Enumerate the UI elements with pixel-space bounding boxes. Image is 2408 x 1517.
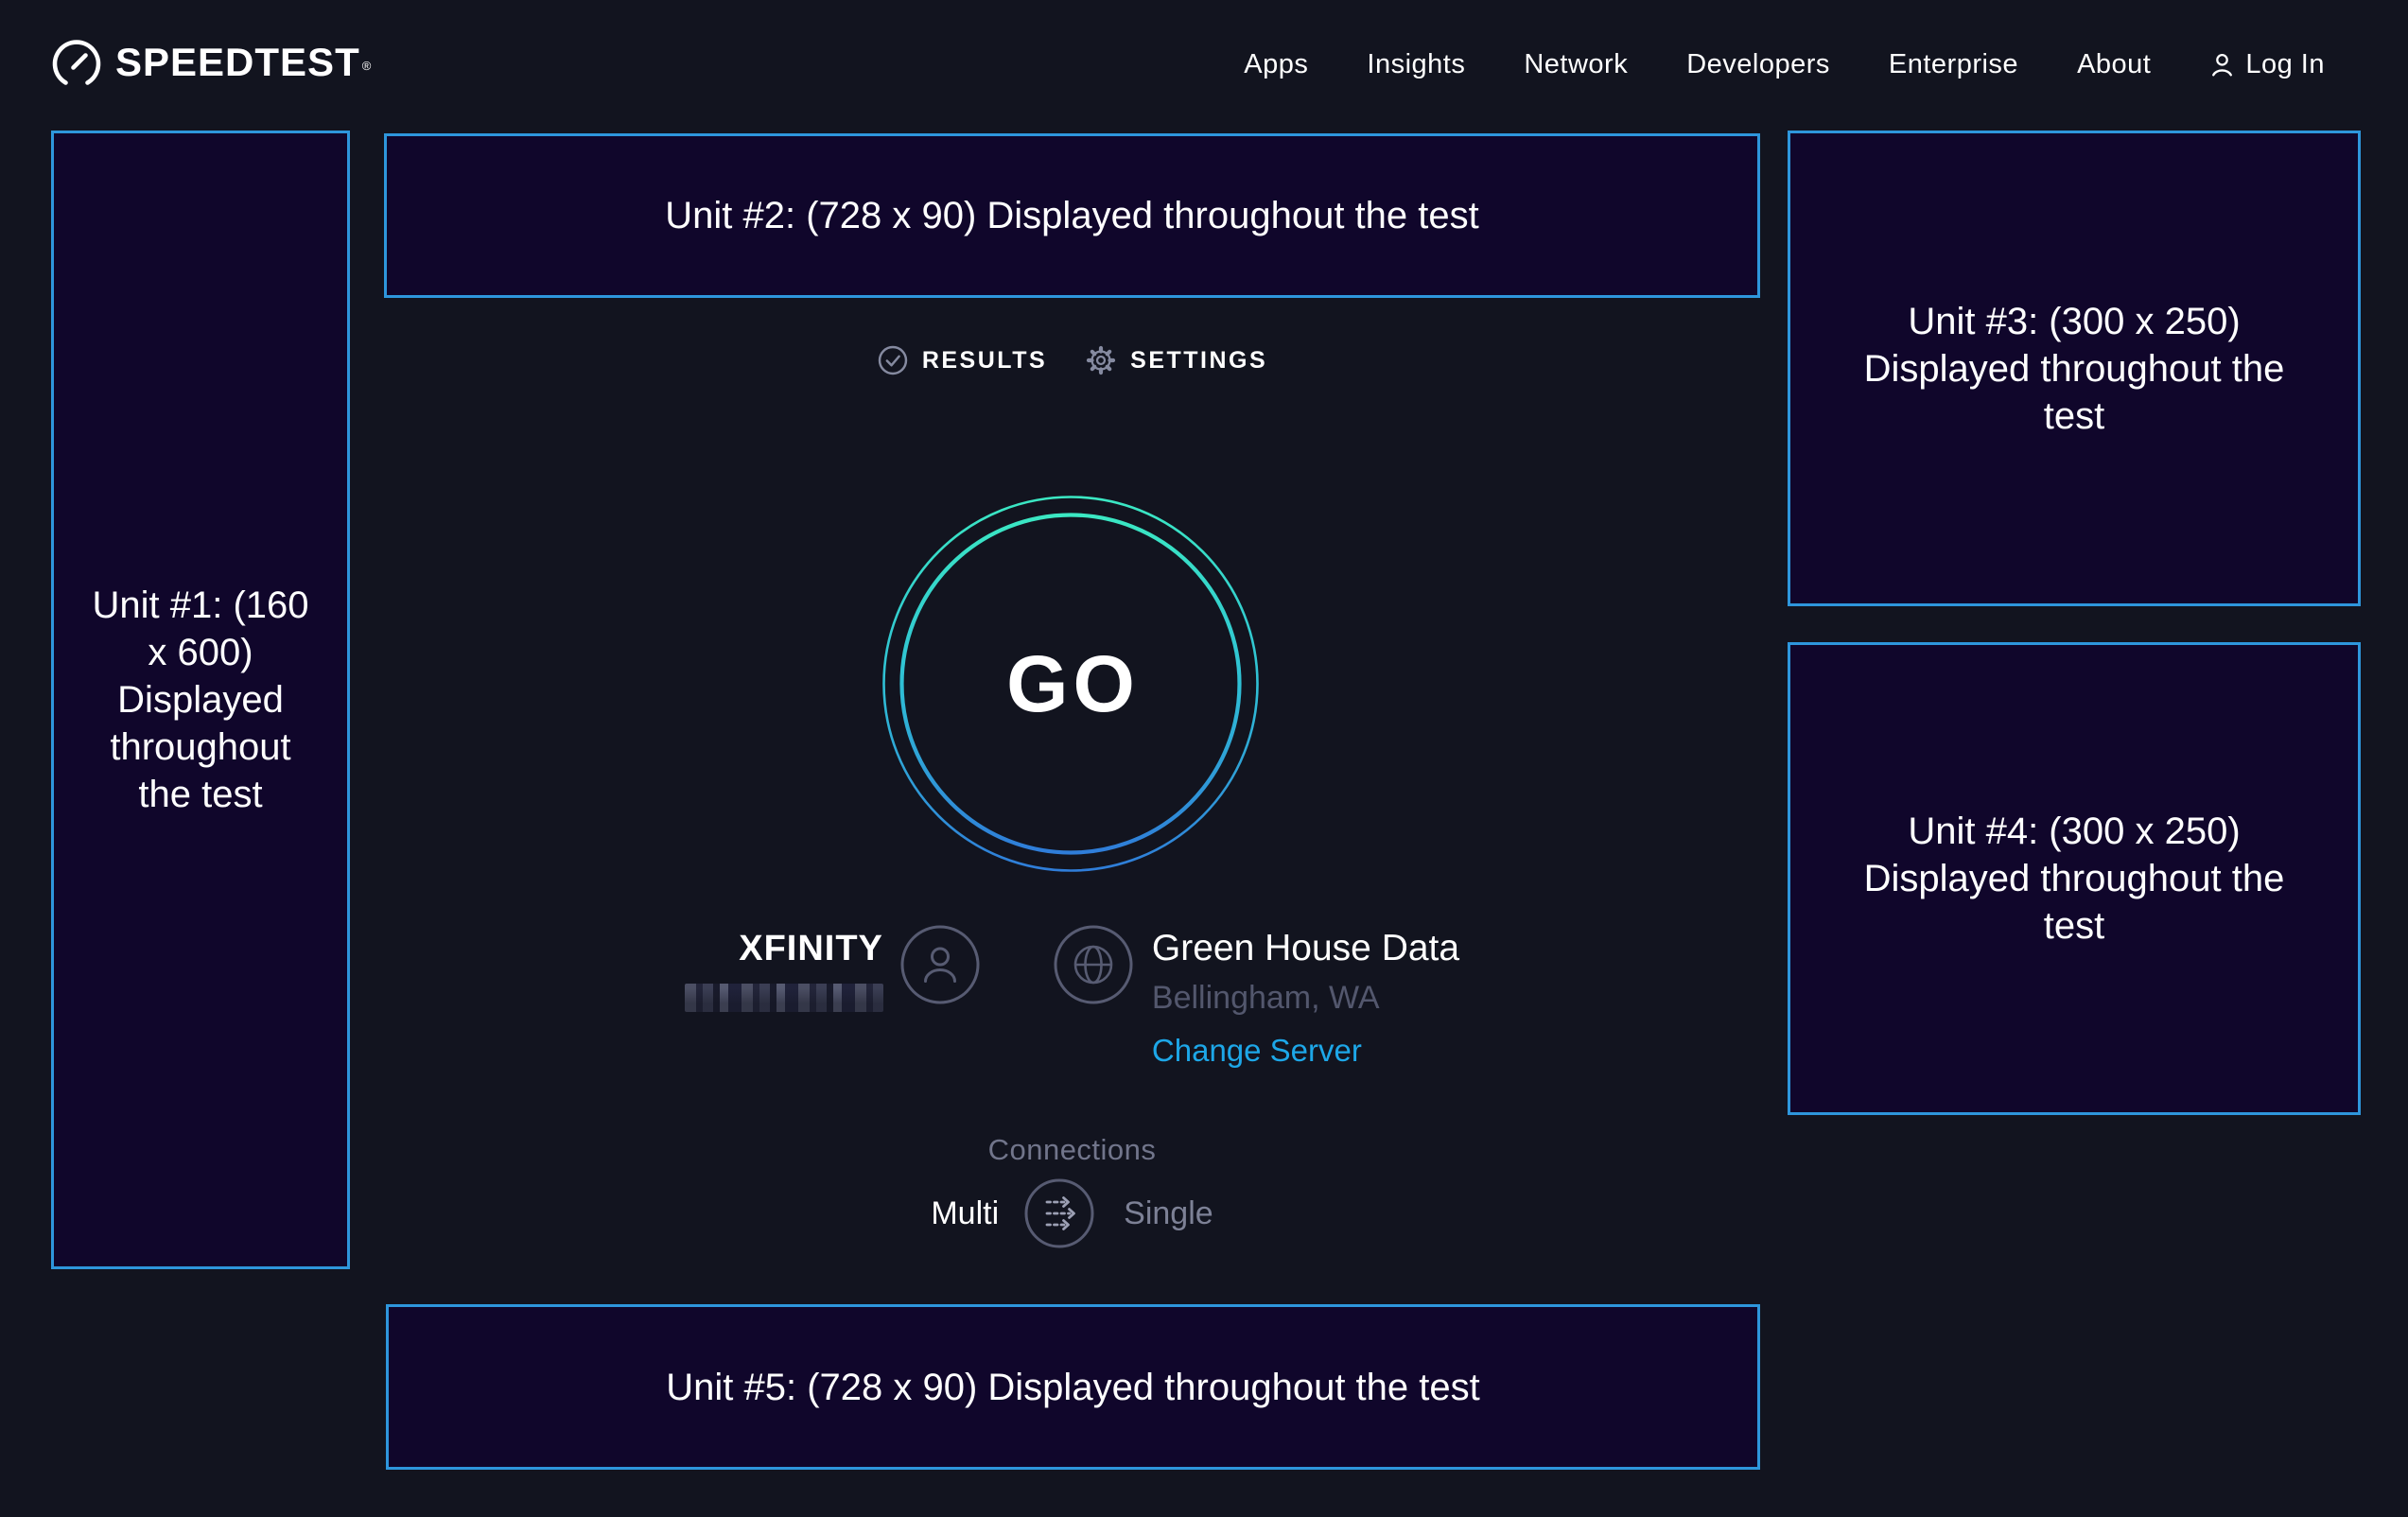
connections-multi-label[interactable]: Multi <box>931 1195 999 1232</box>
nav-item-enterprise[interactable]: Enterprise <box>1889 49 2018 80</box>
go-label: GO <box>861 474 1281 894</box>
view-tabs: RESULTS <box>384 344 1760 376</box>
tab-results-label: RESULTS <box>922 347 1047 375</box>
trademark-mark: ® <box>362 42 373 91</box>
brand-logo[interactable]: SPEEDTEST® <box>52 40 372 89</box>
brand-wordmark: SPEEDTEST® <box>115 38 372 91</box>
nav-item-about[interactable]: About <box>2077 49 2151 80</box>
ad-unit-label: Unit #1: (160 x 600) Displayed throughou… <box>85 582 316 818</box>
ad-unit-1[interactable]: Unit #1: (160 x 600) Displayed throughou… <box>51 131 350 1269</box>
ad-unit-label: Unit #2: (728 x 90) Displayed throughout… <box>665 192 1479 239</box>
server-name: Green House Data <box>1152 927 1459 970</box>
gear-icon <box>1085 344 1117 376</box>
top-nav: Apps Insights Network Developers Enterpr… <box>1244 40 2325 89</box>
login-button[interactable]: Log In <box>2209 49 2325 80</box>
check-circle-icon <box>877 344 909 376</box>
multi-arrows-icon <box>1047 1198 1074 1229</box>
isp-block: XFINITY <box>685 925 980 1069</box>
isp-person-icon <box>900 925 980 1004</box>
nav-item-apps[interactable]: Apps <box>1244 49 1308 80</box>
user-icon <box>2209 51 2235 78</box>
connections-single-label[interactable]: Single <box>1124 1195 1213 1232</box>
ad-unit-label: Unit #4: (300 x 250) Displayed throughou… <box>1847 808 2301 950</box>
go-button[interactable]: GO <box>861 474 1281 894</box>
ad-unit-label: Unit #5: (728 x 90) Displayed throughout… <box>666 1364 1480 1411</box>
connections-toggle-row: Multi Single <box>384 1177 1760 1249</box>
ad-unit-5[interactable]: Unit #5: (728 x 90) Displayed throughout… <box>386 1304 1760 1470</box>
connection-info-row: XFINITY Green Hous <box>384 925 1760 1069</box>
change-server-link[interactable]: Change Server <box>1152 1033 1362 1069</box>
isp-name: XFINITY <box>739 927 883 970</box>
server-location: Bellingham, WA <box>1152 980 1380 1017</box>
tab-settings[interactable]: SETTINGS <box>1085 344 1267 376</box>
login-label: Log In <box>2245 49 2325 80</box>
connections-toggle[interactable] <box>1023 1177 1095 1249</box>
ad-unit-label: Unit #3: (300 x 250) Displayed throughou… <box>1847 298 2301 440</box>
tab-results[interactable]: RESULTS <box>877 344 1047 376</box>
ad-unit-2[interactable]: Unit #2: (728 x 90) Displayed throughout… <box>384 133 1760 298</box>
ad-unit-4[interactable]: Unit #4: (300 x 250) Displayed throughou… <box>1788 642 2361 1115</box>
ad-unit-3[interactable]: Unit #3: (300 x 250) Displayed throughou… <box>1788 131 2361 606</box>
nav-item-network[interactable]: Network <box>1524 49 1628 80</box>
globe-icon <box>1054 925 1133 1004</box>
gauge-icon <box>52 40 101 89</box>
nav-item-developers[interactable]: Developers <box>1686 49 1830 80</box>
nav-item-insights[interactable]: Insights <box>1367 49 1465 80</box>
server-block: Green House Data Bellingham, WA Change S… <box>1054 925 1459 1069</box>
tab-settings-label: SETTINGS <box>1130 347 1267 375</box>
redacted-ip <box>685 984 883 1012</box>
connections-label: Connections <box>384 1133 1760 1167</box>
speedtest-page: SPEEDTEST® Apps Insights Network Develop… <box>0 0 2408 1517</box>
